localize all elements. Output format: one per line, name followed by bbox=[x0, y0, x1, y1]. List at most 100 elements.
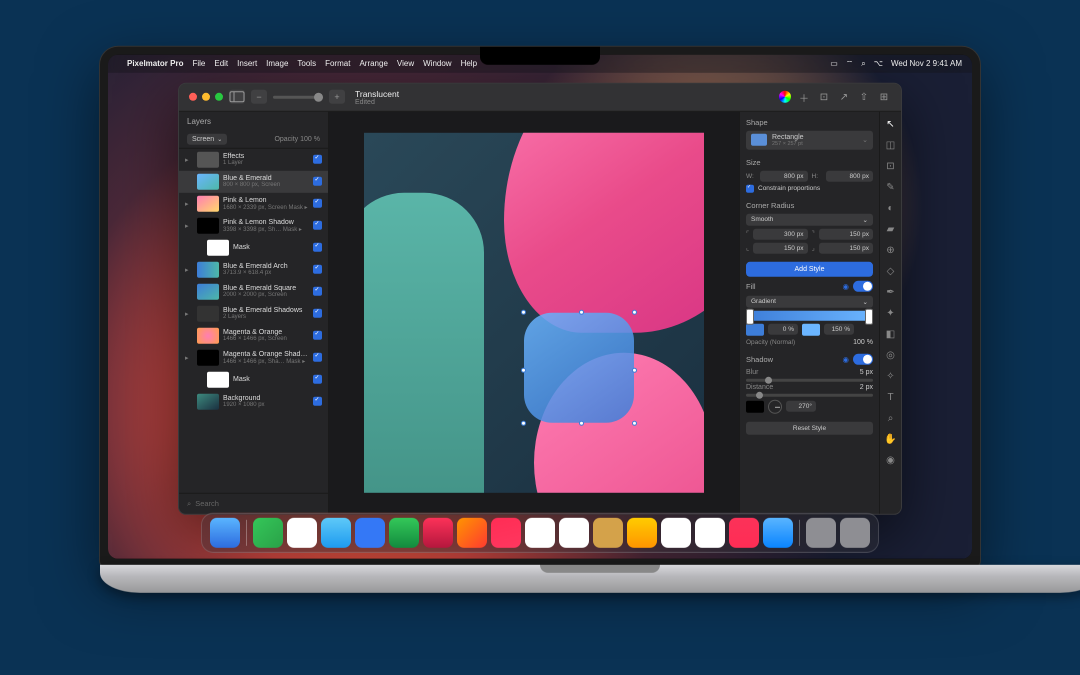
layer-visibility-checkbox[interactable] bbox=[313, 243, 322, 252]
eyedropper-tool-icon[interactable]: ◉ bbox=[884, 453, 898, 467]
search-icon[interactable]: ⌕ bbox=[861, 58, 865, 68]
blend-mode-select[interactable]: Screen⌄ bbox=[187, 133, 227, 144]
layer-visibility-checkbox[interactable] bbox=[313, 199, 322, 208]
pen-tool-icon[interactable]: ✒ bbox=[884, 285, 898, 299]
dock-app-icon[interactable] bbox=[840, 517, 870, 547]
menu-insert[interactable]: Insert bbox=[237, 59, 257, 68]
dock-app-icon[interactable] bbox=[491, 517, 521, 547]
control-center-icon[interactable]: ⌥ bbox=[874, 59, 883, 68]
clone-tool-icon[interactable]: ⊕ bbox=[884, 243, 898, 257]
gradient-stop-1[interactable]: 0 % bbox=[768, 324, 798, 335]
dock-app-icon[interactable] bbox=[763, 517, 793, 547]
layer-item[interactable]: ▸Pink & Lemon1680 × 2339 px, Screen Mask… bbox=[179, 192, 328, 214]
add-style-button[interactable]: Add Style bbox=[746, 261, 873, 276]
dock-app-icon[interactable] bbox=[321, 517, 351, 547]
shape-type-select[interactable]: Rectangle257 × 257 pt ⌄ bbox=[746, 130, 873, 149]
menu-view[interactable]: View bbox=[397, 59, 414, 68]
dock-app-icon[interactable] bbox=[729, 517, 759, 547]
layer-item[interactable]: ▸Blue & Emerald Shadows2 Layers bbox=[179, 302, 328, 324]
shadow-angle-input[interactable]: 270° bbox=[786, 401, 816, 412]
wand-tool-icon[interactable]: ✦ bbox=[884, 306, 898, 320]
width-input[interactable]: 800 px bbox=[760, 170, 808, 181]
dock-app-icon[interactable] bbox=[661, 517, 691, 547]
corner-br-input[interactable]: 150 px bbox=[819, 242, 873, 253]
layer-visibility-checkbox[interactable] bbox=[313, 375, 322, 384]
text-tool-icon[interactable]: T bbox=[884, 390, 898, 404]
layer-item[interactable]: Blue & Emerald800 × 800 px, Screen bbox=[179, 170, 328, 192]
layer-item[interactable]: Background1920 × 1080 px bbox=[179, 390, 328, 412]
menu-arrange[interactable]: Arrange bbox=[359, 59, 387, 68]
menu-file[interactable]: File bbox=[192, 59, 205, 68]
gradient-tool-icon[interactable]: ◧ bbox=[884, 327, 898, 341]
blur-slider[interactable] bbox=[765, 376, 772, 383]
inspector-toggle-icon[interactable]: ⊞ bbox=[877, 90, 891, 104]
menu-window[interactable]: Window bbox=[423, 59, 451, 68]
dock-app-icon[interactable] bbox=[355, 517, 385, 547]
brush-tool-icon[interactable]: ✎ bbox=[884, 180, 898, 194]
crop-icon[interactable]: ⊡ bbox=[817, 90, 831, 104]
selection-handles[interactable] bbox=[524, 312, 634, 422]
fill-toggle[interactable] bbox=[853, 280, 873, 291]
gradient-color-2[interactable] bbox=[802, 323, 820, 335]
color-picker-icon[interactable] bbox=[779, 91, 791, 103]
dock-app-icon[interactable] bbox=[627, 517, 657, 547]
dock-app-icon[interactable] bbox=[525, 517, 555, 547]
shape-tool-icon[interactable]: ◇ bbox=[884, 264, 898, 278]
layer-visibility-checkbox[interactable] bbox=[313, 353, 322, 362]
share-icon[interactable]: ⇧ bbox=[857, 90, 871, 104]
dock-app-icon[interactable] bbox=[695, 517, 725, 547]
disclosure-icon[interactable]: ▸ bbox=[185, 353, 193, 361]
layer-item[interactable]: ▸Magenta & Orange Shadow1466 × 1466 px, … bbox=[179, 346, 328, 368]
sidebar-toggle-icon[interactable] bbox=[229, 90, 245, 104]
disclosure-icon[interactable]: ▸ bbox=[185, 265, 193, 273]
shadow-angle-dial[interactable] bbox=[768, 399, 782, 413]
distance-slider[interactable] bbox=[756, 391, 763, 398]
layer-item[interactable]: ▸Blue & Emerald Arch3713.9 × 618.4 px bbox=[179, 258, 328, 280]
layer-item[interactable]: Mask bbox=[179, 236, 328, 258]
layer-item[interactable]: Magenta & Orange1466 × 1466 px, Screen bbox=[179, 324, 328, 346]
gradient-editor[interactable] bbox=[746, 310, 873, 320]
layer-visibility-checkbox[interactable] bbox=[313, 265, 322, 274]
disclosure-icon[interactable]: ▸ bbox=[185, 309, 193, 317]
dock-app-icon[interactable] bbox=[559, 517, 589, 547]
dock-app-icon[interactable] bbox=[593, 517, 623, 547]
layer-visibility-checkbox[interactable] bbox=[313, 309, 322, 318]
zoom-out-icon[interactable]: − bbox=[251, 90, 267, 104]
corner-tl-input[interactable]: 300 px bbox=[753, 228, 807, 239]
dock-app-icon[interactable] bbox=[253, 517, 283, 547]
menu-edit[interactable]: Edit bbox=[214, 59, 228, 68]
shape-teal-arch[interactable] bbox=[364, 192, 484, 492]
reset-style-button[interactable]: Reset Style bbox=[746, 421, 873, 434]
shadow-toggle[interactable] bbox=[853, 353, 873, 364]
battery-icon[interactable]: ▭ bbox=[830, 59, 838, 68]
hand-tool-icon[interactable]: ✋ bbox=[884, 432, 898, 446]
dock-app-icon[interactable] bbox=[423, 517, 453, 547]
distance-value[interactable]: 2 px bbox=[860, 383, 873, 390]
fill-type-select[interactable]: Gradient⌄ bbox=[746, 295, 873, 307]
canvas-area[interactable] bbox=[329, 111, 739, 513]
crop-tool-icon[interactable]: ⊡ bbox=[884, 159, 898, 173]
corner-bl-input[interactable]: 150 px bbox=[753, 242, 807, 253]
dock-app-icon[interactable] bbox=[457, 517, 487, 547]
gradient-stop-2[interactable]: 150 % bbox=[824, 324, 854, 335]
marquee-tool-icon[interactable]: ◫ bbox=[884, 138, 898, 152]
layer-visibility-checkbox[interactable] bbox=[313, 397, 322, 406]
zoom-tool-icon[interactable]: ⌕ bbox=[884, 411, 898, 425]
corner-tr-input[interactable]: 150 px bbox=[819, 228, 873, 239]
disclosure-icon[interactable]: ▸ bbox=[185, 221, 193, 229]
menu-image[interactable]: Image bbox=[266, 59, 288, 68]
effects-tool-icon[interactable]: ✧ bbox=[884, 369, 898, 383]
layer-visibility-checkbox[interactable] bbox=[313, 177, 322, 186]
dock-app-icon[interactable] bbox=[287, 517, 317, 547]
minimize-button[interactable] bbox=[202, 93, 210, 101]
layer-visibility-checkbox[interactable] bbox=[313, 221, 322, 230]
disclosure-icon[interactable]: ▸ bbox=[185, 155, 193, 163]
shadow-visibility-icon[interactable]: ◉ bbox=[842, 354, 849, 363]
layers-search[interactable]: ⌕ Search bbox=[179, 492, 328, 513]
zoom-in-icon[interactable]: + bbox=[329, 90, 345, 104]
layer-visibility-checkbox[interactable] bbox=[313, 155, 322, 164]
add-icon[interactable]: ＋ bbox=[797, 90, 811, 104]
maximize-button[interactable] bbox=[215, 93, 223, 101]
layer-item[interactable]: ▸Pink & Lemon Shadow3398 × 3398 px, Sh… … bbox=[179, 214, 328, 236]
export-icon[interactable]: ↗ bbox=[837, 90, 851, 104]
